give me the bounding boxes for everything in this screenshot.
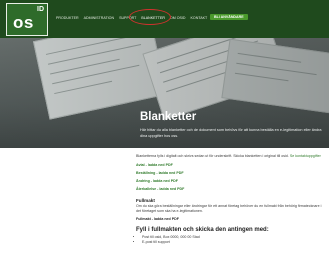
page-title: Blanketter (140, 111, 197, 123)
nav-item-produkter[interactable]: PRODUKTER (56, 16, 79, 20)
page-subtitle: Här hittar du alla blanketter och de dok… (140, 128, 322, 138)
top-navigation-bar: os ID PRODUKTER ADMINISTRATION SUPPORT B… (0, 0, 329, 38)
nav-item-kontakt[interactable]: KONTAKT (191, 16, 208, 20)
section-heading-fullmakt: Fullmakt (136, 197, 155, 203)
logo-superscript: ID (37, 6, 44, 13)
send-options-list: Post till osid, Box 0000, 000 00 Stad E-… (136, 235, 325, 246)
red-highlight-circle (129, 9, 171, 25)
become-user-button[interactable]: BLI ANVÄNDARE (210, 14, 248, 20)
nav-item-administration[interactable]: ADMINISTRATION (84, 16, 114, 20)
list-item: E-post till support (142, 240, 325, 245)
download-link-andring[interactable]: Ändring - ladda ned PDF (136, 179, 325, 184)
hero-banner: Blanketter Här hittar du alla blanketter… (0, 38, 329, 148)
logo-text: os (13, 13, 34, 32)
section-text-fullmakt: Om du ska göra beställningar eller ändri… (136, 203, 322, 214)
intro-text: Blanketterna fylls i digitalt och skrivs… (136, 154, 289, 158)
download-link-bestallning[interactable]: Beställning - ladda ned PDF (136, 171, 325, 176)
download-link-aterkallelse[interactable]: Återkallelse - ladda ned PDF (136, 187, 325, 192)
download-link-fullmakt[interactable]: Fullmakt - ladda ned PDF (136, 217, 325, 222)
contact-link[interactable]: Se kontaktuppgifter (290, 154, 321, 158)
intro-paragraph: Blanketterna fylls i digitalt och skrivs… (136, 154, 325, 159)
nav-item-om-osid[interactable]: OM OSID (170, 16, 186, 20)
download-link-avtal[interactable]: Avtal - ladda ned PDF (136, 163, 325, 168)
main-content: Blanketterna fylls i digitalt och skrivs… (136, 154, 325, 245)
osid-logo[interactable]: os ID (6, 3, 48, 36)
section-heading-send: Fyll i fullmakten och skicka den antinge… (136, 227, 269, 234)
